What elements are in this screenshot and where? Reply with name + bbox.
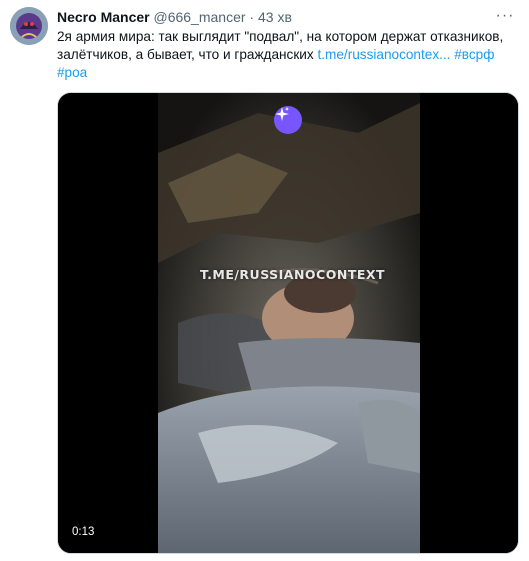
more-options-icon[interactable]: ···: [495, 6, 515, 26]
separator-dot: ·: [249, 9, 255, 25]
tweet-timestamp[interactable]: 43 хв: [258, 9, 292, 25]
video-frame: [58, 93, 518, 553]
tweet-text-line1: 2я армия мира: так выглядит "подвал", на…: [57, 29, 504, 44]
tweet-card[interactable]: Necro Mancer @666_mancer · 43 хв ··· 2я …: [0, 0, 529, 561]
tweet-link[interactable]: t.me/russianocontex...: [317, 47, 450, 62]
video-watermark: T.ME/RUSSIANOCONTEXT: [200, 267, 386, 282]
hashtag-vsrf[interactable]: #всрф: [454, 47, 494, 62]
tweet-text-line2: залётчиков, а бывает, что и гражданских: [57, 47, 318, 62]
tweet-header: Necro Mancer @666_mancer · 43 хв: [57, 8, 489, 27]
video-duration: 0:13: [68, 525, 99, 539]
hashtag-roa[interactable]: #роа: [57, 65, 87, 80]
tweet-text: 2я армия мира: так выглядит "подвал", на…: [57, 28, 519, 82]
author-handle[interactable]: @666_mancer: [153, 9, 245, 25]
author-name[interactable]: Necro Mancer: [57, 9, 150, 25]
video-player[interactable]: T.ME/RUSSIANOCONTEXT 0:13: [57, 92, 519, 554]
avatar[interactable]: [10, 7, 48, 45]
sparkle-icon[interactable]: [274, 106, 302, 134]
